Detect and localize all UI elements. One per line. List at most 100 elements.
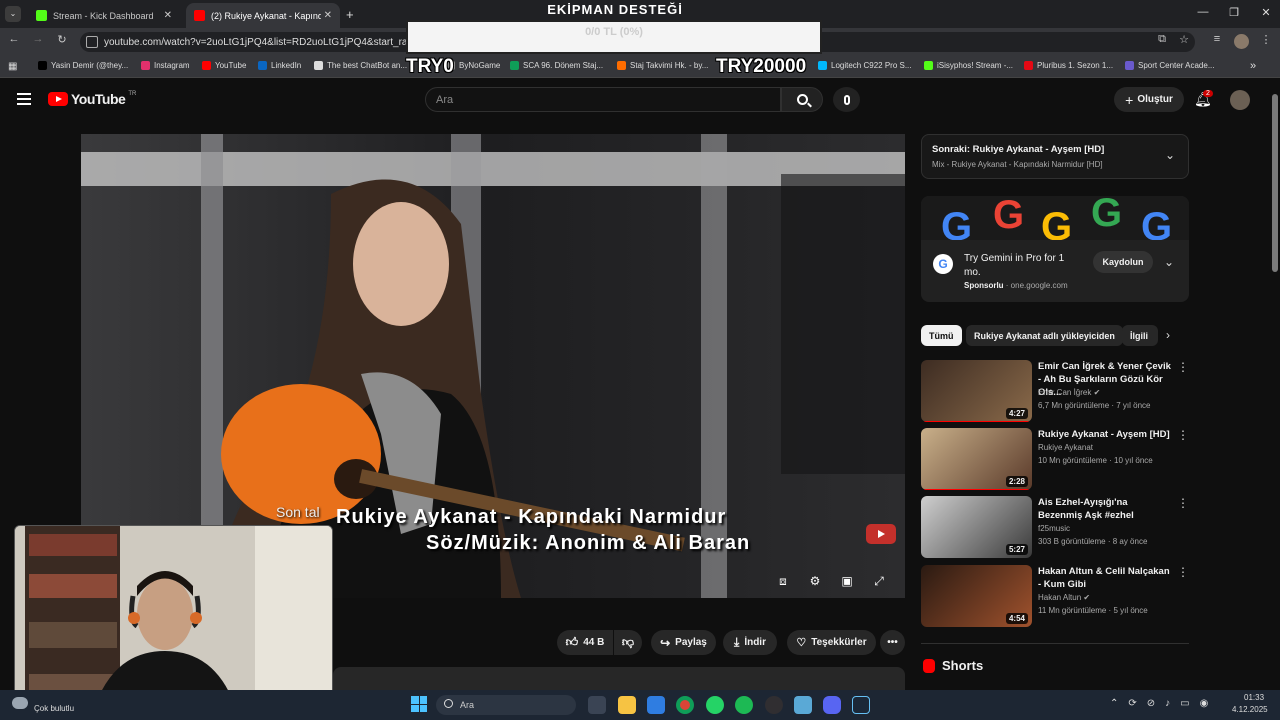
media-control-icon[interactable]: ≡ bbox=[1209, 33, 1225, 45]
bookmarks-more-icon[interactable]: » bbox=[1250, 60, 1256, 72]
apps-grid-icon[interactable]: ▦ bbox=[8, 61, 17, 72]
more-vertical-icon[interactable]: ⋮ bbox=[1177, 360, 1189, 374]
reload-icon[interactable]: ↻ bbox=[54, 33, 70, 46]
new-tab-button[interactable]: + bbox=[346, 7, 354, 22]
plus-icon: + bbox=[1125, 91, 1134, 108]
playlist-next-panel[interactable]: Sonraki: Rukiye Aykanat - Ayşem [HD] Mix… bbox=[921, 134, 1189, 179]
taskbar-search[interactable]: Ara bbox=[436, 695, 576, 715]
bookmark-star-icon[interactable]: ☆ bbox=[1176, 33, 1192, 46]
video-thumbnail[interactable]: 2:28 bbox=[921, 428, 1032, 490]
chip-all[interactable]: Tümü bbox=[921, 325, 962, 346]
bookmark-item[interactable]: LinkedIn bbox=[258, 61, 301, 70]
thanks-button[interactable]: ♡ Teşekkürler bbox=[787, 630, 876, 655]
chevron-down-icon[interactable]: ⌄ bbox=[1164, 255, 1174, 269]
ad-cta-button[interactable]: Kaydolun bbox=[1093, 251, 1153, 273]
hamburger-menu-icon[interactable] bbox=[17, 93, 31, 105]
chip-uploader[interactable]: Rukiye Aykanat adlı yükleyiciden bbox=[966, 325, 1123, 346]
install-app-icon[interactable]: ⧉ bbox=[1154, 33, 1170, 46]
window-close-button[interactable]: ✕ bbox=[1256, 6, 1276, 19]
search-input[interactable]: Ara bbox=[425, 87, 781, 112]
more-vertical-icon[interactable]: ⋮ bbox=[1177, 565, 1189, 579]
more-vertical-icon[interactable]: ⋮ bbox=[1177, 496, 1189, 510]
clock-time[interactable]: 01:33 bbox=[1244, 693, 1264, 702]
dislike-button[interactable]: 👎︎ bbox=[614, 630, 642, 655]
tab-youtube-video[interactable]: (2) Rukiye Aykanat - Kapındaki ✕ bbox=[186, 3, 340, 28]
windows-start-icon[interactable] bbox=[411, 696, 427, 712]
video-thumbnail[interactable]: 5:27 bbox=[921, 496, 1032, 558]
youtube-logo[interactable]: YouTube TR bbox=[48, 91, 136, 107]
weather-icon[interactable] bbox=[12, 697, 28, 709]
description-box[interactable] bbox=[333, 667, 905, 690]
recommended-video[interactable]: 2:28 Rukiye Aykanat - Ayşem [HD] Rukiye Ay… bbox=[921, 428, 1189, 490]
steam-icon[interactable] bbox=[852, 696, 870, 714]
bookmark-item[interactable]: YouTube bbox=[202, 61, 246, 70]
tab-search-button[interactable]: ⌄ bbox=[5, 6, 21, 22]
clock-date[interactable]: 4.12.2025 bbox=[1232, 705, 1268, 714]
discord-icon[interactable] bbox=[823, 696, 841, 714]
close-icon[interactable]: ✕ bbox=[324, 10, 332, 21]
tab-label: Stream - Kick Dashboard bbox=[53, 10, 154, 21]
recommended-video[interactable]: 4:27 Emir Can İğrek & Yener Çevik - Ah Bu… bbox=[921, 360, 1189, 422]
whatsapp-icon[interactable] bbox=[706, 696, 724, 714]
store-icon[interactable] bbox=[647, 696, 665, 714]
bookmark-item[interactable]: iSisyphos! Stream -... bbox=[924, 61, 1013, 70]
sponsored-ad-card[interactable]: G G G G G G Try Gemini in Pro for 1 mo. … bbox=[921, 196, 1189, 302]
subtitles-icon[interactable]: ⧈ bbox=[772, 572, 794, 590]
channel-name[interactable]: Hakan Altun ✔ bbox=[1038, 593, 1090, 602]
channel-label: Emir Can İğrek bbox=[1038, 388, 1092, 397]
channel-name[interactable]: f25music bbox=[1038, 524, 1070, 533]
bookmark-item[interactable]: Staj Takvimi Hk. - by... bbox=[617, 61, 708, 70]
video-title[interactable]: Ais Ezhel-Ayışığı'na Bezenmiş Aşk #ezhel bbox=[1038, 496, 1174, 522]
video-thumbnail[interactable]: 4:27 bbox=[921, 360, 1032, 422]
bookmark-item[interactable]: ByNoGame bbox=[446, 61, 500, 70]
task-view-icon[interactable] bbox=[588, 696, 606, 714]
scrollbar-thumb[interactable] bbox=[1272, 94, 1278, 272]
channel-name[interactable]: Emir Can İğrek ✔ bbox=[1038, 388, 1100, 397]
account-avatar[interactable] bbox=[1230, 90, 1250, 110]
minimize-button[interactable]: — bbox=[1193, 6, 1213, 18]
share-button[interactable]: ↪ Paylaş bbox=[651, 630, 716, 655]
chrome-icon[interactable] bbox=[676, 696, 694, 714]
create-button[interactable]: + Oluştur bbox=[1114, 87, 1184, 112]
network-app-icon[interactable] bbox=[794, 696, 812, 714]
weather-label[interactable]: Çok bulutlu bbox=[34, 704, 74, 713]
chevron-right-icon[interactable]: › bbox=[1166, 328, 1170, 342]
bookmark-item[interactable]: Logitech C922 Pro S... bbox=[818, 61, 912, 70]
more-vertical-icon[interactable]: ⋮ bbox=[1177, 428, 1189, 442]
bookmark-item[interactable]: Pluribus 1. Sezon 1... bbox=[1024, 61, 1113, 70]
like-button[interactable]: 👍︎ 44 B bbox=[557, 630, 613, 655]
chip-related[interactable]: İlgili bbox=[1122, 325, 1158, 346]
recommended-video[interactable]: 4:54 Hakan Altun & Celil Nalçakan - Kum G… bbox=[921, 565, 1189, 627]
close-icon[interactable]: ✕ bbox=[164, 10, 172, 21]
maximize-button[interactable]: ❐ bbox=[1224, 6, 1244, 19]
youtube-watermark-icon[interactable] bbox=[866, 524, 896, 544]
settings-gear-icon[interactable]: ⚙︎ bbox=[804, 572, 826, 590]
bookmark-item[interactable]: Yasin Demir (@they... bbox=[38, 61, 128, 70]
recommended-video[interactable]: 5:27 Ais Ezhel-Ayışığı'na Bezenmiş Aşk #e… bbox=[921, 496, 1189, 558]
file-explorer-icon[interactable] bbox=[618, 696, 636, 714]
site-info-icon[interactable] bbox=[86, 36, 98, 48]
video-title[interactable]: Hakan Altun & Celil Nalçakan - Kum Gibi bbox=[1038, 565, 1174, 591]
bookmark-item[interactable]: SCA 96. Dönem Staj... bbox=[510, 61, 603, 70]
bookmark-item[interactable]: The best ChatBot an... bbox=[314, 61, 407, 70]
more-actions-button[interactable]: ••• bbox=[880, 630, 905, 655]
channel-name[interactable]: Rukiye Aykanat bbox=[1038, 443, 1093, 452]
video-thumbnail[interactable]: 4:54 bbox=[921, 565, 1032, 627]
spotify-icon[interactable] bbox=[735, 696, 753, 714]
obs-icon[interactable] bbox=[765, 696, 783, 714]
chevron-down-icon[interactable]: ⌄ bbox=[1165, 148, 1175, 162]
download-button[interactable]: ⤓ İndir bbox=[723, 630, 777, 655]
video-title[interactable]: Rukiye Aykanat - Ayşem [HD] bbox=[1038, 428, 1174, 441]
miniplayer-icon[interactable]: ▣ bbox=[836, 572, 858, 590]
browser-menu-icon[interactable]: ⋮ bbox=[1258, 33, 1274, 46]
system-tray-icons[interactable]: ⌃⟳⊘♪▭◉ bbox=[1110, 698, 1218, 709]
search-button[interactable] bbox=[781, 87, 823, 112]
tab-kick-dashboard[interactable]: Stream - Kick Dashboard ✕ bbox=[28, 3, 180, 28]
profile-avatar[interactable] bbox=[1234, 34, 1249, 49]
bookmark-item[interactable]: Sport Center Acade... bbox=[1125, 61, 1215, 70]
forward-icon[interactable]: → bbox=[30, 33, 46, 45]
back-icon[interactable]: ← bbox=[6, 33, 22, 45]
bookmark-item[interactable]: Instagram bbox=[141, 61, 190, 70]
fullscreen-icon[interactable]: ⤢ bbox=[868, 572, 890, 590]
voice-search-button[interactable] bbox=[833, 87, 860, 112]
